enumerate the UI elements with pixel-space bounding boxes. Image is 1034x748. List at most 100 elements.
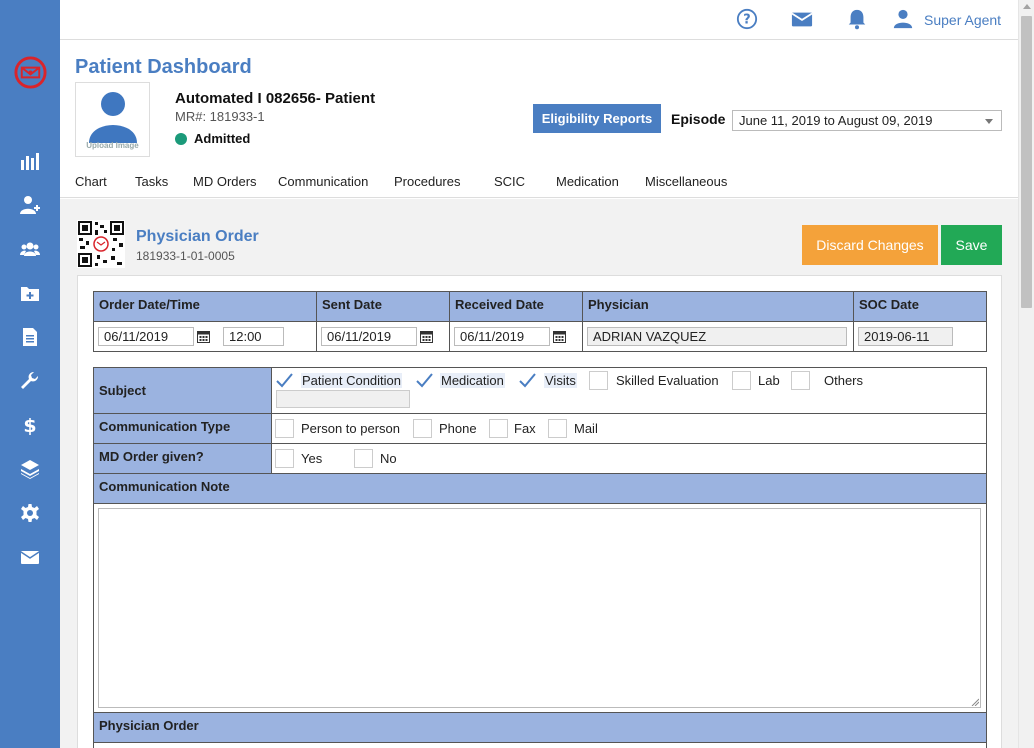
col-received-date: Received Date <box>449 291 583 322</box>
users-icon[interactable] <box>19 238 41 260</box>
order-time-input[interactable]: 12:00 <box>223 327 284 346</box>
tab-medication[interactable]: Medication <box>556 174 619 189</box>
notifications-bell-icon[interactable] <box>846 8 870 32</box>
physician-order-cell <box>93 742 987 748</box>
subject-medication-label: Medication <box>440 373 505 388</box>
check-icon[interactable] <box>518 371 537 390</box>
md-order-given-label: MD Order given? <box>93 443 272 474</box>
status-text: Admitted <box>194 131 251 146</box>
status-badge: Admitted <box>175 131 250 146</box>
tab-procedures[interactable]: Procedures <box>394 174 460 189</box>
order-number: 181933-1-01-0005 <box>136 249 235 263</box>
md-given-no-checkbox[interactable] <box>354 449 373 468</box>
scrollbar-thumb[interactable] <box>1021 16 1032 308</box>
comm-fax-checkbox[interactable] <box>489 419 508 438</box>
physician-cell: ADRIAN VAZQUEZ <box>582 321 854 352</box>
episode-label: Episode <box>671 111 726 127</box>
save-button[interactable]: Save <box>941 225 1002 265</box>
comm-person-label: Person to person <box>301 421 401 436</box>
md-given-no-label: No <box>380 451 397 466</box>
analytics-icon[interactable] <box>19 150 41 172</box>
patient-photo[interactable]: Upload Image <box>75 82 150 157</box>
sent-date-cell: 06/11/2019 <box>316 321 450 352</box>
help-icon[interactable]: ? <box>736 8 760 32</box>
received-date-cell: 06/11/2019 <box>449 321 583 352</box>
eligibility-reports-button[interactable]: Eligibility Reports <box>533 104 661 133</box>
comm-person-checkbox[interactable] <box>275 419 294 438</box>
order-form-panel: Order Date/Time Sent Date Received Date … <box>77 275 1002 748</box>
add-patient-icon[interactable] <box>19 194 41 216</box>
patient-name: Automated I 082656- Patient <box>175 90 376 107</box>
comm-mail-checkbox[interactable] <box>548 419 567 438</box>
svg-text:?: ? <box>743 13 750 28</box>
subject-visits-label: Visits <box>544 373 577 388</box>
md-given-yes-label: Yes <box>301 451 323 466</box>
comm-phone-checkbox[interactable] <box>413 419 432 438</box>
md-given-yes-checkbox[interactable] <box>275 449 294 468</box>
qr-code-icon <box>77 220 125 268</box>
subject-patient-condition-label: Patient Condition <box>301 373 403 388</box>
calendar-icon[interactable] <box>553 330 566 343</box>
order-date-input[interactable]: 06/11/2019 <box>98 327 194 346</box>
check-icon[interactable] <box>415 371 434 390</box>
comm-phone-label: Phone <box>439 421 477 436</box>
discard-changes-button[interactable]: Discard Changes <box>802 225 938 265</box>
tab-chart[interactable]: Chart <box>75 174 107 189</box>
app-logo-icon[interactable] <box>13 55 48 90</box>
subject-lab-label: Lab <box>758 373 780 388</box>
subject-others-checkbox[interactable] <box>791 371 810 390</box>
episode-value: June 11, 2019 to August 09, 2019 <box>739 113 933 128</box>
comm-fax-label: Fax <box>514 421 536 436</box>
resize-handle-icon[interactable] <box>971 698 979 706</box>
document-icon[interactable] <box>19 326 41 348</box>
scroll-up-arrow-icon[interactable] <box>1023 4 1031 9</box>
calendar-icon[interactable] <box>420 330 433 343</box>
sent-date-input[interactable]: 06/11/2019 <box>321 327 417 346</box>
medical-folder-icon[interactable] <box>19 282 41 304</box>
page-title: Patient Dashboard <box>75 56 252 78</box>
soc-date-input[interactable]: 2019-06-11 <box>858 327 953 346</box>
top-bar: ? Super Agent <box>60 0 1018 40</box>
communication-note-label: Communication Note <box>93 473 987 504</box>
tab-miscellaneous[interactable]: Miscellaneous <box>645 174 727 189</box>
patient-header: Patient Dashboard Upload Image Automated… <box>60 40 1018 198</box>
col-physician: Physician <box>582 291 854 322</box>
episode-select[interactable]: June 11, 2019 to August 09, 2019 <box>732 110 1002 131</box>
communication-note-cell <box>93 503 987 713</box>
received-date-input[interactable]: 06/11/2019 <box>454 327 550 346</box>
wrench-icon[interactable] <box>19 370 41 392</box>
subject-skilled-evaluation-checkbox[interactable] <box>589 371 608 390</box>
medical-record-number: MR#: 181933-1 <box>175 109 265 124</box>
check-icon[interactable] <box>275 371 294 390</box>
physician-order-section: Physician Order 181933-1-01-0005 Discard… <box>60 199 1018 748</box>
subject-label: Subject <box>93 367 272 414</box>
subject-skilled-evaluation-label: Skilled Evaluation <box>616 373 719 388</box>
communication-note-textarea[interactable] <box>98 508 981 708</box>
calendar-icon[interactable] <box>197 330 210 343</box>
billing-icon[interactable]: $ <box>19 414 41 436</box>
page-scrollbar[interactable] <box>1018 0 1034 748</box>
subject-options: Patient Condition Medication Visits Skil… <box>271 367 987 414</box>
user-name[interactable]: Super Agent <box>924 12 1001 28</box>
communication-type-options: Person to person Phone Fax Mail <box>271 413 987 444</box>
tab-scic[interactable]: SCIC <box>494 174 525 189</box>
layers-icon[interactable] <box>19 458 41 480</box>
tab-md-orders[interactable]: MD Orders <box>193 174 257 189</box>
order-date-time-cell: 06/11/2019 12:00 <box>93 321 317 352</box>
chevron-down-icon <box>985 119 993 124</box>
tab-tasks[interactable]: Tasks <box>135 174 168 189</box>
subject-others-label: Others <box>824 373 864 388</box>
svg-text:$: $ <box>23 415 36 435</box>
tab-communication[interactable]: Communication <box>278 174 368 189</box>
user-avatar-icon[interactable] <box>892 8 916 32</box>
subject-lab-checkbox[interactable] <box>732 371 751 390</box>
messages-icon[interactable] <box>791 8 815 32</box>
settings-icon[interactable] <box>19 502 41 524</box>
physician-input[interactable]: ADRIAN VAZQUEZ <box>587 327 847 346</box>
col-soc-date: SOC Date <box>853 291 987 322</box>
order-title: Physician Order <box>136 228 259 245</box>
communication-type-label: Communication Type <box>93 413 272 444</box>
md-order-given-options: Yes No <box>271 443 987 474</box>
mail-icon[interactable] <box>19 546 41 568</box>
subject-other-input[interactable] <box>276 390 410 408</box>
